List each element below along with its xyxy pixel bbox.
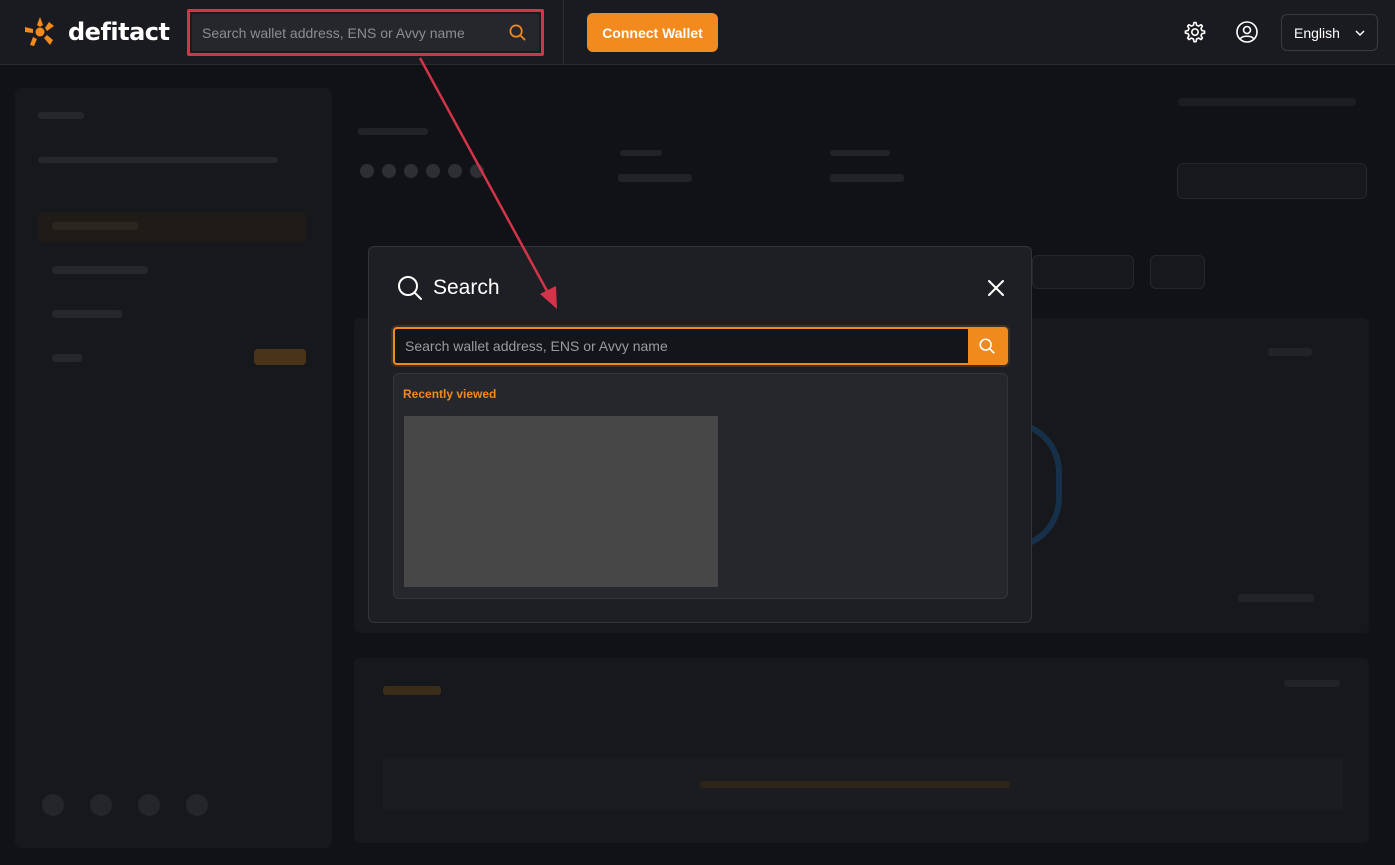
language-label: English	[1294, 24, 1340, 41]
close-icon	[988, 280, 1004, 296]
stat-value-placeholder	[830, 174, 904, 182]
sidebar-title-placeholder	[38, 112, 84, 119]
modal-search-input[interactable]	[395, 329, 967, 363]
filter-pill-placeholder[interactable]	[1032, 255, 1134, 289]
modal-search-button[interactable]	[968, 329, 1006, 363]
social-icon-1[interactable]	[42, 794, 64, 816]
hidden-dot	[360, 164, 374, 178]
sidebar-item-label-4	[52, 354, 82, 362]
tokens-card	[354, 658, 1369, 843]
hidden-dot	[448, 164, 462, 178]
close-button[interactable]	[984, 277, 1008, 301]
action-button-placeholder[interactable]	[1177, 163, 1367, 199]
search-icon	[979, 338, 995, 354]
timestamp-placeholder	[1178, 98, 1356, 106]
modal-search-field[interactable]	[393, 327, 1008, 365]
top-navigation-bar: defitact Connect Wallet English	[0, 0, 1395, 65]
search-modal: Search Recently viewed	[368, 246, 1032, 623]
social-icon-3[interactable]	[138, 794, 160, 816]
highlight-annotation-box	[187, 9, 544, 56]
recently-viewed-label: Recently viewed	[403, 387, 497, 401]
hidden-dot	[470, 164, 484, 178]
header-divider	[563, 0, 564, 65]
sidebar-address-placeholder	[38, 157, 278, 163]
chevron-down-icon	[1355, 29, 1365, 36]
hidden-dot	[404, 164, 418, 178]
hidden-dot	[426, 164, 440, 178]
social-icon-4[interactable]	[186, 794, 208, 816]
sidebar	[15, 88, 332, 848]
stat-label-placeholder	[830, 150, 890, 156]
modal-title: Search	[433, 276, 500, 299]
logo[interactable]: defitact	[22, 14, 170, 50]
defitact-logo-icon	[25, 17, 54, 46]
language-select[interactable]: English	[1281, 14, 1378, 51]
social-icon-2[interactable]	[90, 794, 112, 816]
gear-icon[interactable]	[1183, 20, 1207, 44]
card-link-placeholder	[1238, 594, 1314, 602]
stat-label-placeholder	[620, 150, 662, 156]
sidebar-badge	[254, 349, 306, 365]
sidebar-item-label-1	[52, 222, 138, 230]
balance-label-placeholder	[358, 128, 428, 135]
filter-pill-placeholder[interactable]	[1150, 255, 1205, 289]
recently-viewed-item[interactable]	[404, 416, 718, 587]
user-circle-icon[interactable]	[1235, 20, 1259, 44]
tokens-link-placeholder	[1284, 680, 1340, 687]
logo-text: defitact	[68, 18, 170, 46]
search-icon	[398, 276, 422, 300]
tokens-empty-message	[700, 781, 1010, 788]
sidebar-item-label-2	[52, 266, 148, 274]
sidebar-item-label-3	[52, 310, 122, 318]
recently-viewed-panel: Recently viewed	[393, 373, 1008, 599]
tokens-title-placeholder	[383, 686, 441, 695]
hidden-dot	[382, 164, 396, 178]
stat-value-placeholder	[618, 174, 692, 182]
connect-wallet-button[interactable]: Connect Wallet	[587, 13, 718, 52]
card-link-placeholder	[1268, 348, 1312, 356]
